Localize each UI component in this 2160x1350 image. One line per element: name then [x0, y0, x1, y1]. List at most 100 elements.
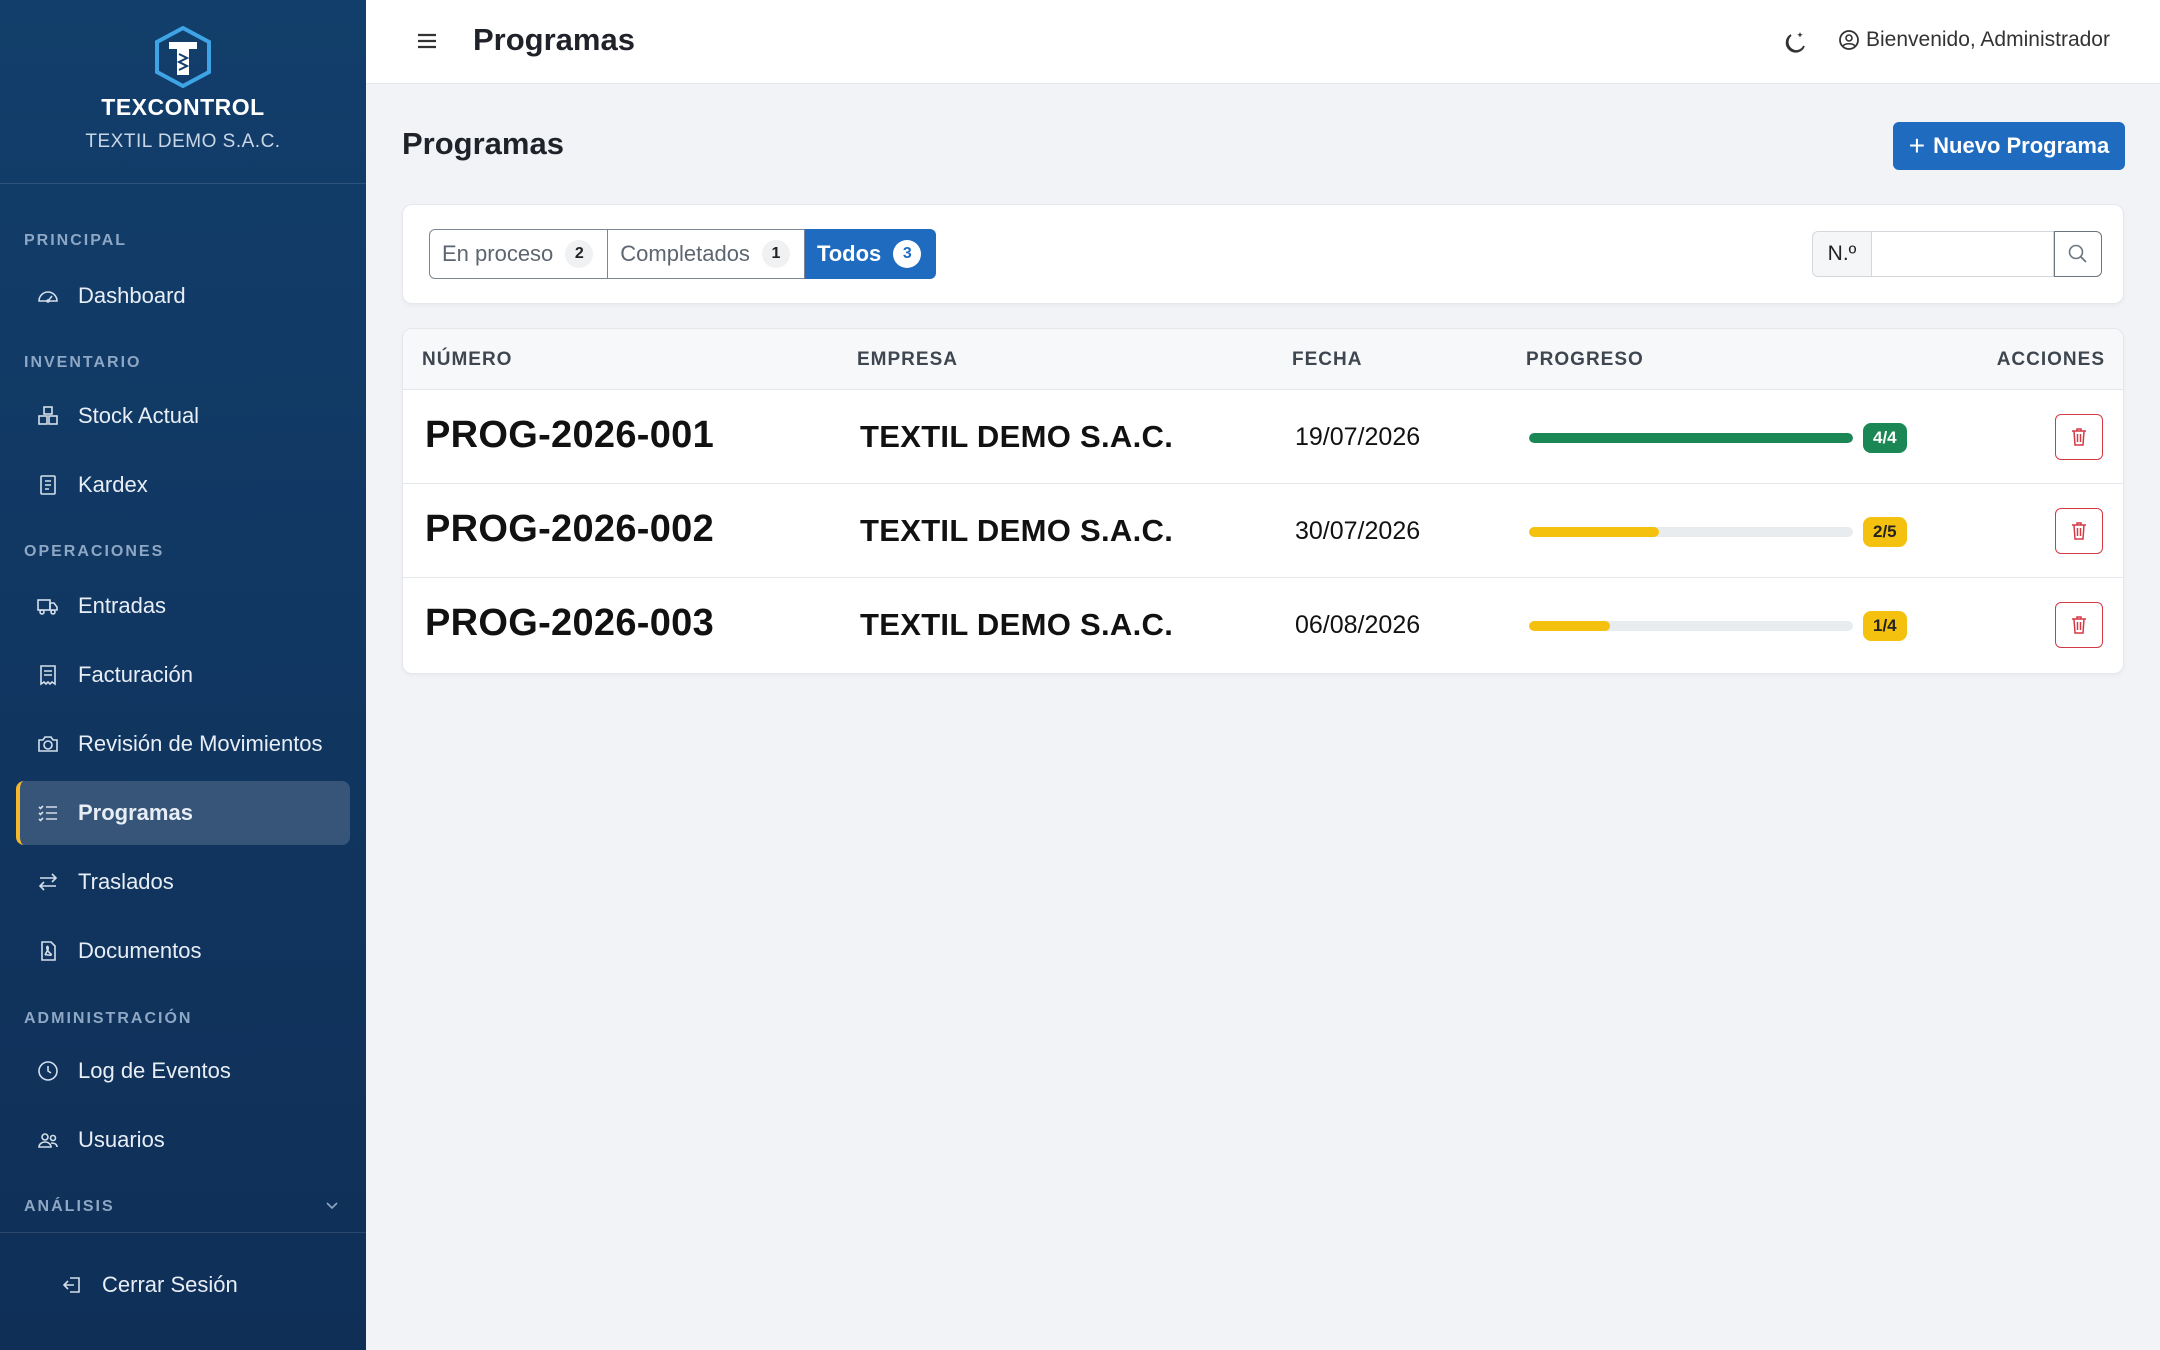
box-arrow-left-icon: [62, 1277, 80, 1293]
search-input[interactable]: [1872, 231, 2054, 277]
logout-button[interactable]: Cerrar Sesión: [60, 1272, 238, 1298]
topbar: Programas Bienvenido, Administrador: [366, 0, 2160, 84]
delete-button[interactable]: [2055, 414, 2103, 460]
programs-table: NÚMERO EMPRESA FECHA PROGRESO ACCIONES P…: [402, 328, 2124, 674]
sidebar-item-documentos[interactable]: Documentos: [16, 919, 350, 983]
sidebar-item-dashboard[interactable]: Dashboard: [16, 264, 350, 328]
program-date: 06/08/2026: [1295, 611, 1421, 639]
brand: TEXCONTROL TEXTIL DEMO S.A.C.: [0, 0, 366, 184]
col-fecha: FECHA: [1292, 349, 1363, 370]
table-row: PROG-2026-001 TEXTIL DEMO S.A.C. 19/07/2…: [403, 390, 2123, 484]
sidebar-item-traslados[interactable]: Traslados: [16, 850, 350, 914]
table-header: NÚMERO EMPRESA FECHA PROGRESO ACCIONES: [403, 329, 2123, 390]
program-number: PROG-2026-002: [425, 508, 715, 550]
new-program-label: Nuevo Programa: [1933, 133, 2110, 158]
number-search: N.º: [1812, 231, 2102, 277]
sidebar-item-log[interactable]: Log de Eventos: [16, 1039, 350, 1103]
sidebar-item-label: Dashboard: [78, 283, 186, 308]
tab-en-proceso[interactable]: En proceso 2: [429, 229, 609, 279]
col-numero: NÚMERO: [422, 349, 513, 370]
sidebar-item-revision[interactable]: Revisión de Movimientos: [16, 712, 350, 776]
filter-card: En proceso 2 Completados 1 Todos 3 N.º: [402, 204, 2124, 304]
delete-button[interactable]: [2055, 602, 2103, 648]
section-administracion: ADMINISTRACIÓN: [24, 1010, 193, 1027]
table-row: PROG-2026-003 TEXTIL DEMO S.A.C. 06/08/2…: [403, 578, 2123, 672]
section-operaciones: OPERACIONES: [24, 543, 165, 560]
user-greeting: Bienvenido, Administrador: [1866, 28, 2110, 51]
tab-label: En proceso: [442, 241, 554, 266]
program-number: PROG-2026-001: [425, 414, 715, 456]
gauge-icon: [38, 291, 58, 303]
brand-name: TEXCONTROL: [101, 94, 265, 120]
section-inventario: INVENTARIO: [24, 354, 142, 371]
program-date: 30/07/2026: [1295, 517, 1421, 545]
user-menu[interactable]: Bienvenido, Administrador: [1838, 28, 2110, 52]
progress-bar: [1529, 621, 1853, 631]
texcontrol-logo-icon: [155, 26, 211, 88]
status-tabs: En proceso 2 Completados 1 Todos 3: [429, 229, 937, 279]
tab-todos[interactable]: Todos 3: [804, 229, 937, 279]
sidebar-item-label: Traslados: [78, 869, 174, 894]
col-acciones: ACCIONES: [1996, 349, 2105, 370]
trash-icon: [2072, 522, 2086, 540]
moon-stars-icon[interactable]: [1780, 28, 1808, 56]
tab-completados[interactable]: Completados 1: [608, 229, 805, 279]
program-number: PROG-2026-003: [425, 602, 715, 644]
clock-icon: [38, 1061, 58, 1081]
progress-fill: [1529, 433, 1853, 443]
truck-icon: [37, 599, 58, 615]
topbar-title: Programas: [473, 22, 635, 57]
sidebar-item-stock[interactable]: Stock Actual: [16, 384, 350, 448]
sidebar-item-label: Log de Eventos: [78, 1058, 231, 1083]
arrows-exchange-icon: [38, 873, 58, 891]
progress-badge: 1/4: [1863, 611, 1907, 641]
col-progreso: PROGRESO: [1526, 349, 1644, 370]
boxes-icon: [38, 406, 58, 425]
search-icon: [2068, 244, 2087, 263]
delete-button[interactable]: [2055, 508, 2103, 554]
logout-label: Cerrar Sesión: [102, 1272, 238, 1297]
file-pdf-icon: [41, 941, 56, 961]
col-empresa: EMPRESA: [857, 349, 958, 370]
sidebar: TEXCONTROL TEXTIL DEMO S.A.C. PRINCIPAL …: [0, 0, 366, 1350]
list-check-icon: [38, 805, 57, 822]
sidebar-item-programas[interactable]: Programas: [16, 781, 350, 845]
journal-icon: [40, 475, 56, 495]
new-program-button[interactable]: + Nuevo Programa: [1893, 122, 2125, 170]
program-company: TEXTIL DEMO S.A.C.: [860, 513, 1174, 548]
program-company: TEXTIL DEMO S.A.C.: [860, 419, 1174, 454]
progress-bar: [1529, 433, 1853, 443]
plus-icon: +: [1908, 130, 1926, 161]
sidebar-item-label: Usuarios: [78, 1127, 165, 1152]
person-circle-icon: [1839, 30, 1859, 50]
tab-count-badge: 1: [761, 240, 790, 268]
sidebar-footer: [0, 1232, 366, 1233]
brand-company: TEXTIL DEMO S.A.C.: [85, 131, 281, 152]
receipt-icon: [40, 665, 56, 686]
chevron-down-icon[interactable]: [324, 1197, 340, 1213]
progress-fill: [1529, 621, 1610, 631]
search-button[interactable]: [2054, 231, 2102, 277]
sidebar-item-facturacion[interactable]: Facturación: [16, 643, 350, 707]
progress-badge: 2/5: [1863, 517, 1907, 547]
progress-bar: [1529, 527, 1853, 537]
program-company: TEXTIL DEMO S.A.C.: [860, 607, 1174, 642]
sidebar-item-label: Documentos: [78, 938, 202, 963]
sidebar-item-label: Entradas: [78, 593, 167, 618]
tab-label: Completados: [620, 241, 750, 266]
camera-icon: [38, 736, 58, 752]
section-analisis[interactable]: ANÁLISIS: [24, 1198, 115, 1216]
section-principal: PRINCIPAL: [24, 232, 128, 249]
program-date: 19/07/2026: [1295, 423, 1421, 451]
hamburger-menu-icon[interactable]: [414, 28, 440, 54]
sidebar-item-label: Programas: [78, 800, 193, 825]
sidebar-item-entradas[interactable]: Entradas: [16, 574, 350, 638]
tab-label: Todos: [816, 241, 882, 266]
sidebar-item-usuarios[interactable]: Usuarios: [16, 1108, 350, 1172]
trash-icon: [2072, 428, 2086, 446]
table-row: PROG-2026-002 TEXTIL DEMO S.A.C. 30/07/2…: [403, 484, 2123, 578]
sidebar-item-kardex[interactable]: Kardex: [16, 453, 350, 517]
trash-icon: [2072, 616, 2086, 634]
progress-badge: 4/4: [1863, 423, 1907, 453]
sidebar-item-label: Kardex: [78, 472, 148, 497]
